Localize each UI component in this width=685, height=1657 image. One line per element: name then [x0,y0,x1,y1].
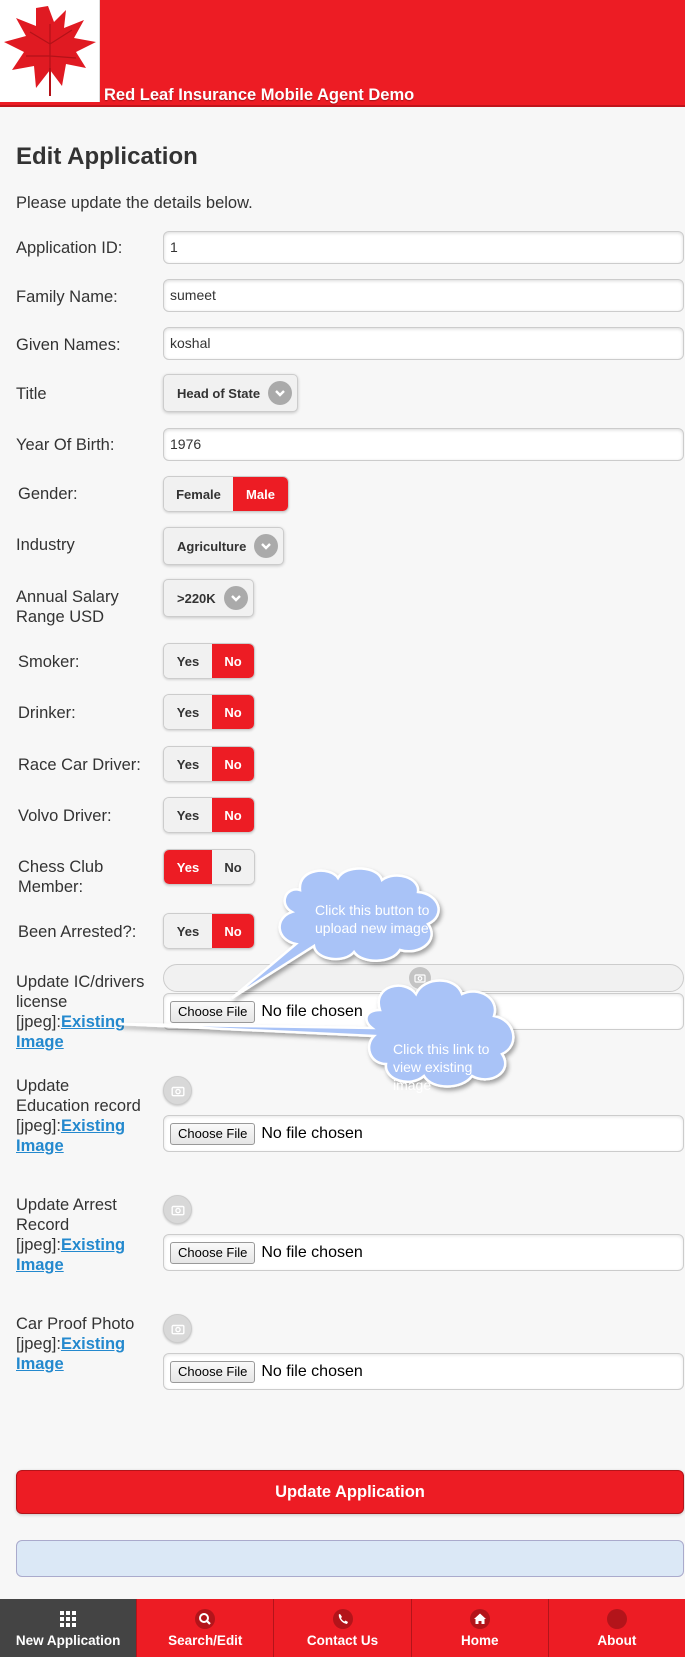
page-title: Edit Application [16,143,198,170]
drinker-label: Drinker: [18,704,76,722]
gender-toggle[interactable]: Female Male [163,476,289,512]
title-value: Head of State [177,385,261,401]
car-proof-upload-label: Car Proof Photo [jpeg]:Existing Image [16,1314,146,1374]
arrest-file-input[interactable]: Choose File No file chosen [163,1234,684,1271]
gender-female-option[interactable]: Female [164,477,233,511]
nav-label: Home [460,1633,499,1648]
salary-label: Annual Salary Range USD [16,588,119,626]
gender-label: Gender: [18,485,78,503]
family-name-label: Family Name: [16,288,118,306]
arrest-camera-icon[interactable] [163,1195,192,1224]
grid-icon [57,1608,79,1630]
salary-value: >220K [177,590,216,606]
phone-icon [332,1608,354,1630]
search-icon [194,1608,216,1630]
nav-home[interactable]: Home [411,1599,549,1657]
nav-label: Search/Edit [168,1633,243,1648]
salary-select[interactable]: >220K [163,579,254,617]
chevron-down-icon [268,381,293,405]
family-name-input[interactable]: sumeet [163,279,684,312]
car-proof-file-input[interactable]: Choose File No file chosen [163,1353,684,1390]
arrest-upload-label: Update Arrest Record [jpeg]:Existing Ima… [16,1195,126,1275]
car-proof-choose-file-button[interactable]: Choose File [170,1360,256,1383]
gender-male-option[interactable]: Male [233,477,288,511]
nav-contact-us[interactable]: Contact Us [274,1599,412,1657]
industry-value: Agriculture [177,538,247,554]
chevron-down-icon [254,534,279,558]
smoker-no-option[interactable]: No [212,644,254,678]
application-id-label: Application ID: [16,239,123,257]
update-application-button[interactable]: Update Application [16,1470,684,1514]
jpeg-prefix: [jpeg]: [16,1335,61,1353]
home-icon [469,1608,491,1630]
title-select[interactable]: Head of State [163,374,299,412]
app-header: Red Leaf Insurance Mobile Agent Demo [0,0,685,107]
arrest-choose-file-button[interactable]: Choose File [170,1241,256,1264]
given-names-input[interactable]: koshal [163,327,684,360]
drinker-yes-option[interactable]: Yes [164,695,212,729]
race-car-driver-toggle[interactable]: Yes No [163,746,255,782]
jpeg-prefix: [jpeg]: [16,1236,61,1254]
page-intro: Please update the details below. [16,194,253,212]
about-icon [606,1608,628,1630]
nav-search-edit[interactable]: Search/Edit [137,1599,275,1657]
volvo-driver-label: Volvo Driver: [18,807,112,825]
nav-label: Contact Us [306,1633,379,1648]
smoker-yes-option[interactable]: Yes [164,644,212,678]
volvo-driver-no-option[interactable]: No [212,798,254,832]
nav-about[interactable]: About [548,1599,685,1657]
race-car-driver-label: Race Car Driver: [18,756,141,774]
given-names-label: Given Names: [16,336,121,354]
drinker-no-option[interactable]: No [212,695,254,729]
bottom-navbar: New Application Search/Edit Contact Us H… [0,1599,685,1657]
smoker-toggle[interactable]: Yes No [163,643,255,679]
year-of-birth-input[interactable]: 1976 [163,428,684,461]
year-of-birth-label: Year Of Birth: [16,436,115,454]
view-callout-text: Click this link to view existing image [393,1041,490,1093]
industry-label: Industry [16,536,75,554]
drinker-toggle[interactable]: Yes No [163,694,255,730]
upload-callout-text: Click this button to upload new image [315,902,430,936]
volvo-driver-yes-option[interactable]: Yes [164,798,212,832]
application-id-input[interactable]: 1 [163,231,684,264]
title-label: Title [16,385,47,403]
arrest-label-text: Update Arrest Record [16,1196,117,1234]
car-proof-label-text: Car Proof Photo [16,1315,135,1333]
arrest-file-status: No file chosen [261,1243,363,1261]
chevron-down-icon [223,586,248,610]
nav-label: About [597,1633,637,1648]
volvo-driver-toggle[interactable]: Yes No [163,797,255,833]
car-proof-file-status: No file chosen [261,1362,363,1380]
status-message-area[interactable] [16,1540,684,1577]
car-proof-camera-icon[interactable] [163,1314,192,1343]
industry-select[interactable]: Agriculture [163,527,285,565]
race-car-driver-no-option[interactable]: No [212,747,254,781]
smoker-label: Smoker: [18,653,80,671]
race-car-driver-yes-option[interactable]: Yes [164,747,212,781]
nav-new-application[interactable]: New Application [0,1599,138,1657]
red-leaf-logo [0,0,100,102]
nav-label: New Application [15,1633,121,1648]
app-title: Red Leaf Insurance Mobile Agent Demo [104,86,415,104]
